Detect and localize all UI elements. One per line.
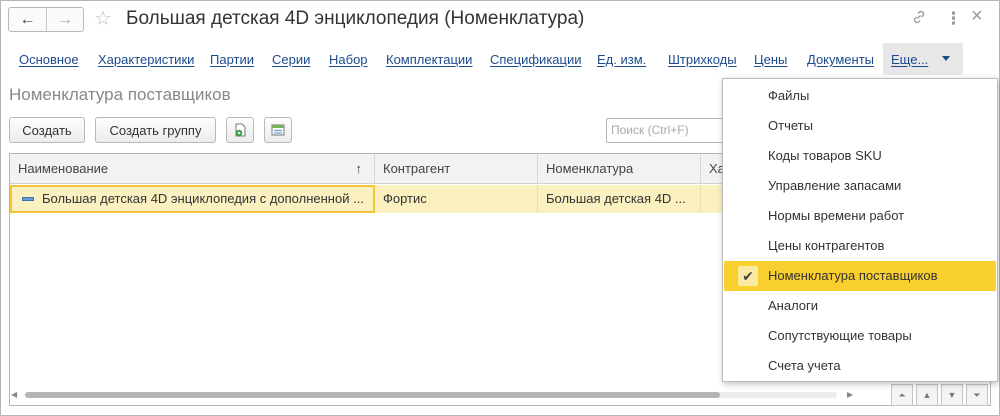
menu-item-supplier-nomenclature-label: Номенклатура поставщиков bbox=[768, 268, 938, 283]
checkmark-icon: ✔ bbox=[738, 266, 758, 286]
scrollbar-thumb[interactable] bbox=[25, 392, 720, 398]
tab-osnovnoe[interactable]: Основное bbox=[19, 52, 79, 67]
create-group-button[interactable]: Создать группу bbox=[95, 117, 216, 143]
title-bar: ← → ☆ Большая детская 4D энциклопедия (Н… bbox=[1, 1, 999, 39]
cell-name[interactable]: Большая детская 4D энциклопедия с дополн… bbox=[10, 185, 375, 213]
cell-nomenclature[interactable]: Большая детская 4D ... bbox=[538, 185, 701, 213]
scroll-right-icon[interactable]: ▶ bbox=[847, 390, 853, 400]
link-icon-svg bbox=[913, 10, 925, 24]
forward-arrow-icon[interactable]: → bbox=[45, 8, 83, 31]
favorite-star-icon[interactable]: ☆ bbox=[94, 7, 112, 31]
menu-item-counterparty-prices[interactable]: Цены контрагентов bbox=[724, 231, 996, 261]
menu-item-reports[interactable]: Отчеты bbox=[724, 111, 996, 141]
link-icon[interactable] bbox=[911, 9, 927, 31]
menu-item-related-products[interactable]: Сопутствующие товары bbox=[724, 321, 996, 351]
copy-document-icon bbox=[235, 123, 246, 137]
column-header-counterparty[interactable]: Контрагент bbox=[375, 154, 538, 184]
window-title: Большая детская 4D энциклопедия (Номенкл… bbox=[126, 8, 585, 29]
more-dropdown-menu: Файлы Отчеты Коды товаров SKU Управление… bbox=[722, 78, 998, 382]
column-header-name-label: Наименование bbox=[18, 161, 109, 176]
menu-item-inventory-management[interactable]: Управление запасами bbox=[724, 171, 996, 201]
tab-prices[interactable]: Цены bbox=[754, 52, 787, 67]
tab-units[interactable]: Ед. изм. bbox=[597, 52, 646, 67]
scroll-to-top-icon[interactable]: ⏶ bbox=[891, 384, 913, 406]
scroll-left-icon[interactable]: ◀ bbox=[11, 390, 17, 400]
cell-counterparty[interactable]: Фортис bbox=[375, 185, 538, 213]
tab-kits[interactable]: Комплектации bbox=[386, 52, 472, 67]
menu-item-sku-codes[interactable]: Коды товаров SKU bbox=[724, 141, 996, 171]
scroll-up-icon[interactable]: ▲ bbox=[916, 384, 938, 406]
tab-more-label: Еще... bbox=[891, 52, 929, 67]
copy-document-button[interactable] bbox=[226, 117, 254, 143]
more-actions-icon[interactable]: ⋮ bbox=[945, 9, 962, 29]
back-arrow-icon[interactable]: ← bbox=[9, 8, 46, 31]
column-header-nomenclature[interactable]: Номенклатура bbox=[538, 154, 701, 184]
tab-specifications[interactable]: Спецификации bbox=[490, 52, 582, 67]
tab-batches[interactable]: Партии bbox=[210, 52, 254, 67]
list-settings-button[interactable] bbox=[264, 117, 292, 143]
tab-more[interactable]: Еще... bbox=[883, 43, 963, 75]
create-button[interactable]: Создать bbox=[9, 117, 85, 143]
application-window: ← → ☆ Большая детская 4D энциклопедия (Н… bbox=[0, 0, 1000, 416]
menu-item-analogs[interactable]: Аналоги bbox=[724, 291, 996, 321]
close-icon[interactable]: × bbox=[971, 6, 983, 26]
tab-barcodes[interactable]: Штрихкоды bbox=[668, 52, 737, 67]
menu-item-work-time-norms[interactable]: Нормы времени работ bbox=[724, 201, 996, 231]
list-settings-icon bbox=[271, 124, 285, 136]
cell-name-text: Большая детская 4D энциклопедия с дополн… bbox=[42, 191, 364, 206]
tab-documents[interactable]: Документы bbox=[807, 52, 874, 67]
navigation-buttons: ← → bbox=[8, 7, 84, 32]
tab-characteristics[interactable]: Характеристики bbox=[98, 52, 194, 67]
catalog-item-icon bbox=[22, 197, 34, 201]
menu-item-files[interactable]: Файлы bbox=[724, 81, 996, 111]
chevron-down-icon bbox=[942, 56, 950, 61]
horizontal-scrollbar[interactable]: ◀ ▶ bbox=[9, 390, 859, 400]
menu-item-accounting-accounts[interactable]: Счета учета bbox=[724, 351, 996, 381]
tab-series[interactable]: Серии bbox=[272, 52, 310, 67]
search-input[interactable]: Поиск (Ctrl+F) bbox=[606, 118, 724, 143]
navigation-links: Основное Характеристики Партии Серии Наб… bbox=[1, 43, 999, 75]
tab-set[interactable]: Набор bbox=[329, 52, 368, 67]
menu-item-supplier-nomenclature[interactable]: ✔ Номенклатура поставщиков bbox=[724, 261, 996, 291]
column-header-name[interactable]: Наименование ↑ bbox=[10, 154, 375, 184]
section-title: Номенклатура поставщиков bbox=[9, 85, 231, 104]
sort-ascending-icon: ↑ bbox=[355, 161, 363, 176]
scroll-to-bottom-icon[interactable]: ⏷ bbox=[966, 384, 988, 406]
scroll-down-icon[interactable]: ▼ bbox=[941, 384, 963, 406]
